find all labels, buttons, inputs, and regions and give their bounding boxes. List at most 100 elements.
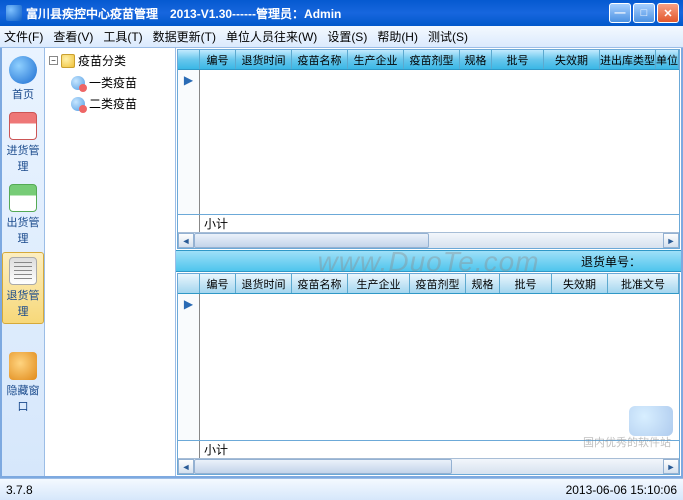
grid-bottom-rowheader-gutter: ▶ [178,294,200,440]
scroll-thumb[interactable] [194,459,452,474]
sidebar-return-label: 退货管理 [3,287,43,319]
tree-leaf2-label: 二类疫苗 [89,95,137,112]
grid-top-subtotal-label: 小计 [200,215,228,232]
grid-bottom-body[interactable]: ▶ [178,294,679,440]
sidebar-home-label: 首页 [12,86,34,102]
grid-top-col-id[interactable]: 编号 [200,50,236,69]
sidebar-hide[interactable]: 隐藏窗口 [2,348,44,418]
folder-icon [61,54,75,68]
sidebar-incoming-label: 进货管理 [2,142,44,174]
tree-collapse-icon[interactable]: − [49,56,58,65]
grid-bot-col-expiry[interactable]: 失效期 [552,274,608,293]
tree-root-label: 疫苗分类 [78,52,126,69]
return-order-label: 退货单号： [581,253,641,270]
tree-children: 一类疫苗 二类疫苗 [71,72,171,114]
scroll-right-button[interactable]: ► [663,233,679,248]
return-order-bar: 退货单号： [176,250,681,272]
tree-leaf-type1[interactable]: 一类疫苗 [71,72,171,93]
window-controls: — □ ✕ [609,3,679,23]
sidebar: 首页 进货管理 出货管理 退货管理 隐藏窗口 [2,48,45,476]
grid-bottom-rows[interactable] [200,294,679,440]
return-icon [9,257,37,285]
grid-top-rowheader-gutter: ▶ [178,70,200,214]
grid-top: 编号 退货时间 疫苗名称 生产企业 疫苗剂型 规格 批号 失效期 进出库类型 单… [177,49,680,249]
menubar: 文件(F) 查看(V) 工具(T) 数据更新(T) 单位人员往来(W) 设置(S… [0,26,683,48]
scroll-track[interactable] [194,233,663,248]
current-row-indicator-icon: ▶ [178,294,199,314]
menu-data-update[interactable]: 数据更新(T) [153,28,216,45]
sidebar-incoming[interactable]: 进货管理 [2,108,44,178]
menu-test[interactable]: 测试(S) [428,28,468,45]
grid-bottom: 编号 退货时间 疫苗名称 生产企业 疫苗剂型 规格 批号 失效期 批准文号 ▶ … [177,273,680,475]
tree-leaf-type2[interactable]: 二类疫苗 [71,93,171,114]
titlebar: 富川县疾控中心疫苗管理 2013-V1.30------管理员：Admin — … [0,0,683,26]
maximize-button[interactable]: □ [633,3,655,23]
grid-top-col-returntime[interactable]: 退货时间 [236,50,292,69]
grid-bot-col-dosageform[interactable]: 疫苗剂型 [410,274,466,293]
menu-settings[interactable]: 设置(S) [327,28,367,45]
grid-bottom-subtotal: 小计 [178,440,679,458]
title-text: 富川县疾控中心疫苗管理 2013-V1.30------管理员：Admin [26,5,609,22]
grid-bot-col-rowhead[interactable] [178,274,200,293]
grid-bot-col-batch[interactable]: 批号 [500,274,552,293]
scroll-thumb[interactable] [194,233,429,248]
menu-help[interactable]: 帮助(H) [377,28,418,45]
grid-bottom-subtotal-gutter [178,441,200,458]
grid-bot-col-id[interactable]: 编号 [200,274,236,293]
main-panel: 编号 退货时间 疫苗名称 生产企业 疫苗剂型 规格 批号 失效期 进出库类型 单… [176,48,681,476]
current-row-indicator-icon: ▶ [178,70,199,90]
client-area: 首页 进货管理 出货管理 退货管理 隐藏窗口 − 疫苗分类 [0,48,683,478]
grid-top-body[interactable]: ▶ [178,70,679,214]
grid-bot-col-vaccinename[interactable]: 疫苗名称 [292,274,348,293]
sidebar-outgoing-label: 出货管理 [2,214,44,246]
minimize-button[interactable]: — [609,3,631,23]
grid-top-col-batch[interactable]: 批号 [492,50,544,69]
home-icon [9,56,37,84]
menu-tool[interactable]: 工具(T) [103,28,142,45]
sidebar-hide-label: 隐藏窗口 [2,382,44,414]
grid-top-col-vaccinename[interactable]: 疫苗名称 [292,50,348,69]
scroll-left-button[interactable]: ◄ [178,459,194,474]
sidebar-return[interactable]: 退货管理 [2,252,44,324]
grid-top-col-expiry[interactable]: 失效期 [544,50,600,69]
menu-file[interactable]: 文件(F) [4,28,43,45]
outgoing-icon [9,184,37,212]
status-datetime: 2013-06-06 15:10:06 [566,483,677,497]
sidebar-outgoing[interactable]: 出货管理 [2,180,44,250]
grid-bottom-hscroll[interactable]: ◄ ► [178,458,679,474]
grid-top-col-iotype[interactable]: 进出库类型 [600,50,656,69]
statusbar: 3.7.8 2013-06-06 15:10:06 [0,478,683,500]
menu-view[interactable]: 查看(V) [53,28,93,45]
status-version: 3.7.8 [6,483,33,497]
grid-bottom-subtotal-label: 小计 [200,441,228,458]
vaccine-icon [71,97,85,111]
incoming-icon [9,112,37,140]
grid-top-rows[interactable] [200,70,679,214]
scroll-left-button[interactable]: ◄ [178,233,194,248]
tree-root[interactable]: − 疫苗分类 [49,52,171,69]
grid-bot-col-approval[interactable]: 批准文号 [608,274,679,293]
grid-top-header: 编号 退货时间 疫苗名称 生产企业 疫苗剂型 规格 批号 失效期 进出库类型 单… [178,50,679,70]
sidebar-home[interactable]: 首页 [2,52,44,106]
grid-bottom-header: 编号 退货时间 疫苗名称 生产企业 疫苗剂型 规格 批号 失效期 批准文号 [178,274,679,294]
grid-top-subtotal-gutter [178,215,200,232]
tree-leaf1-label: 一类疫苗 [89,74,137,91]
menu-unit-personnel[interactable]: 单位人员往来(W) [226,28,317,45]
grid-bot-col-manufacturer[interactable]: 生产企业 [348,274,410,293]
app-icon [6,5,22,21]
scroll-track[interactable] [194,459,663,474]
hide-icon [9,352,37,380]
scroll-right-button[interactable]: ► [663,459,679,474]
grid-top-col-dosageform[interactable]: 疫苗剂型 [404,50,460,69]
grid-top-col-spec[interactable]: 规格 [460,50,492,69]
grid-top-col-unit[interactable]: 单位 [656,50,679,69]
grid-top-col-manufacturer[interactable]: 生产企业 [348,50,404,69]
vaccine-icon [71,76,85,90]
grid-top-hscroll[interactable]: ◄ ► [178,232,679,248]
grid-bot-col-returntime[interactable]: 退货时间 [236,274,292,293]
grid-top-subtotal: 小计 [178,214,679,232]
tree-panel: − 疫苗分类 一类疫苗 二类疫苗 [45,48,176,476]
grid-bot-col-spec[interactable]: 规格 [466,274,500,293]
grid-top-col-rowhead[interactable] [178,50,200,69]
close-button[interactable]: ✕ [657,3,679,23]
